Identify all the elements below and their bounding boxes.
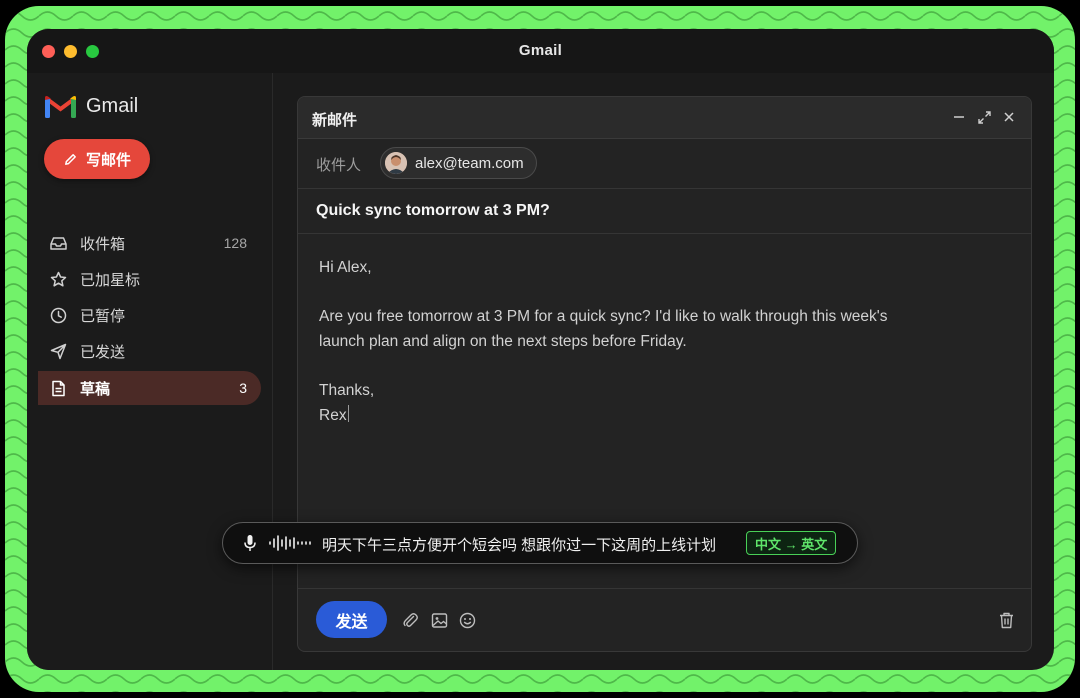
text-cursor (347, 405, 350, 422)
sidebar-item-sent[interactable]: 已发送 (38, 334, 261, 368)
sidebar: Gmail 写邮件 收件箱 128 已加星标 已暂停 已发送 草稿 3 (27, 73, 273, 670)
attach-icon[interactable] (401, 611, 419, 629)
body-signature: Rex (319, 407, 347, 424)
body-line: launch plan and align on the next steps … (319, 333, 687, 350)
sidebar-item-starred[interactable]: 已加星标 (38, 262, 261, 296)
subject-row[interactable]: Quick sync tomorrow at 3 PM? (298, 189, 1031, 234)
body-greeting: Hi Alex, (319, 259, 372, 276)
send-icon (48, 341, 68, 361)
expand-icon[interactable] (975, 108, 993, 126)
app-window: Gmail Gmail 写邮件 收件箱 128 已加星标 已暂停 已发送 草稿 … (27, 29, 1054, 670)
star-icon (48, 269, 68, 289)
to-label: 收件人 (316, 157, 362, 174)
brand-name: Gmail (86, 95, 139, 117)
subject-field[interactable]: Quick sync tomorrow at 3 PM? (316, 202, 550, 220)
minimize-icon[interactable] (950, 108, 968, 126)
sidebar-item-snoozed[interactable]: 已暂停 (38, 298, 261, 332)
sidebar-item-label: 已暂停 (80, 307, 126, 325)
send-button[interactable]: 发送 (316, 601, 387, 638)
body-line: Are you free tomorrow at 3 PM for a quic… (319, 308, 888, 325)
avatar (385, 152, 407, 174)
compose-label: 写邮件 (85, 151, 131, 169)
translate-badge[interactable]: 中文 → 英文 (746, 531, 837, 555)
gmail-m-icon (45, 96, 76, 118)
compose-title: 新邮件 (312, 112, 358, 129)
recipient-chip[interactable]: alex@team.com (380, 147, 537, 179)
close-icon[interactable] (1000, 108, 1018, 126)
title-bar: Gmail (27, 29, 1054, 73)
pencil-icon (65, 153, 76, 165)
draft-icon (48, 378, 68, 398)
compose-button[interactable]: 写邮件 (44, 139, 150, 179)
window-title: Gmail (518, 42, 563, 59)
compose-toolbar: 发送 (298, 588, 1031, 651)
recipient-email: alex@team.com (415, 154, 524, 172)
inbox-count: 128 (223, 235, 247, 251)
sidebar-item-drafts[interactable]: 草稿 3 (38, 371, 261, 405)
voice-input-bar[interactable]: 明天下午三点方便开个短会吗 想跟你过一下这周的上线计划 中文 → 英文 (222, 522, 858, 564)
recipients-row[interactable]: 收件人 alex@team.com (298, 138, 1031, 189)
clock-icon (48, 305, 68, 325)
drafts-count: 3 (239, 380, 247, 396)
sidebar-item-label: 草稿 (80, 380, 111, 398)
body-closing: Thanks, (319, 382, 375, 399)
inbox-icon (48, 233, 68, 253)
image-icon[interactable] (430, 611, 448, 629)
compose-header: 新邮件 (298, 97, 1031, 139)
emoji-icon[interactable] (458, 611, 476, 629)
waveform-icon (269, 535, 311, 551)
microphone-icon[interactable] (243, 534, 257, 552)
sidebar-item-label: 收件箱 (80, 235, 126, 253)
sidebar-item-label: 已加星标 (80, 271, 141, 289)
compose-window: 新邮件 收件人 alex@team.com Quick sync tomorro… (297, 96, 1032, 652)
trash-icon[interactable] (997, 611, 1015, 629)
sidebar-item-label: 已发送 (80, 343, 126, 361)
gmail-logo[interactable]: Gmail (45, 95, 138, 118)
sidebar-item-inbox[interactable]: 收件箱 128 (38, 226, 261, 260)
message-body[interactable]: Hi Alex, Are you free tomorrow at 3 PM f… (319, 255, 1001, 428)
voice-transcript: 明天下午三点方便开个短会吗 想跟你过一下这周的上线计划 (322, 537, 717, 554)
